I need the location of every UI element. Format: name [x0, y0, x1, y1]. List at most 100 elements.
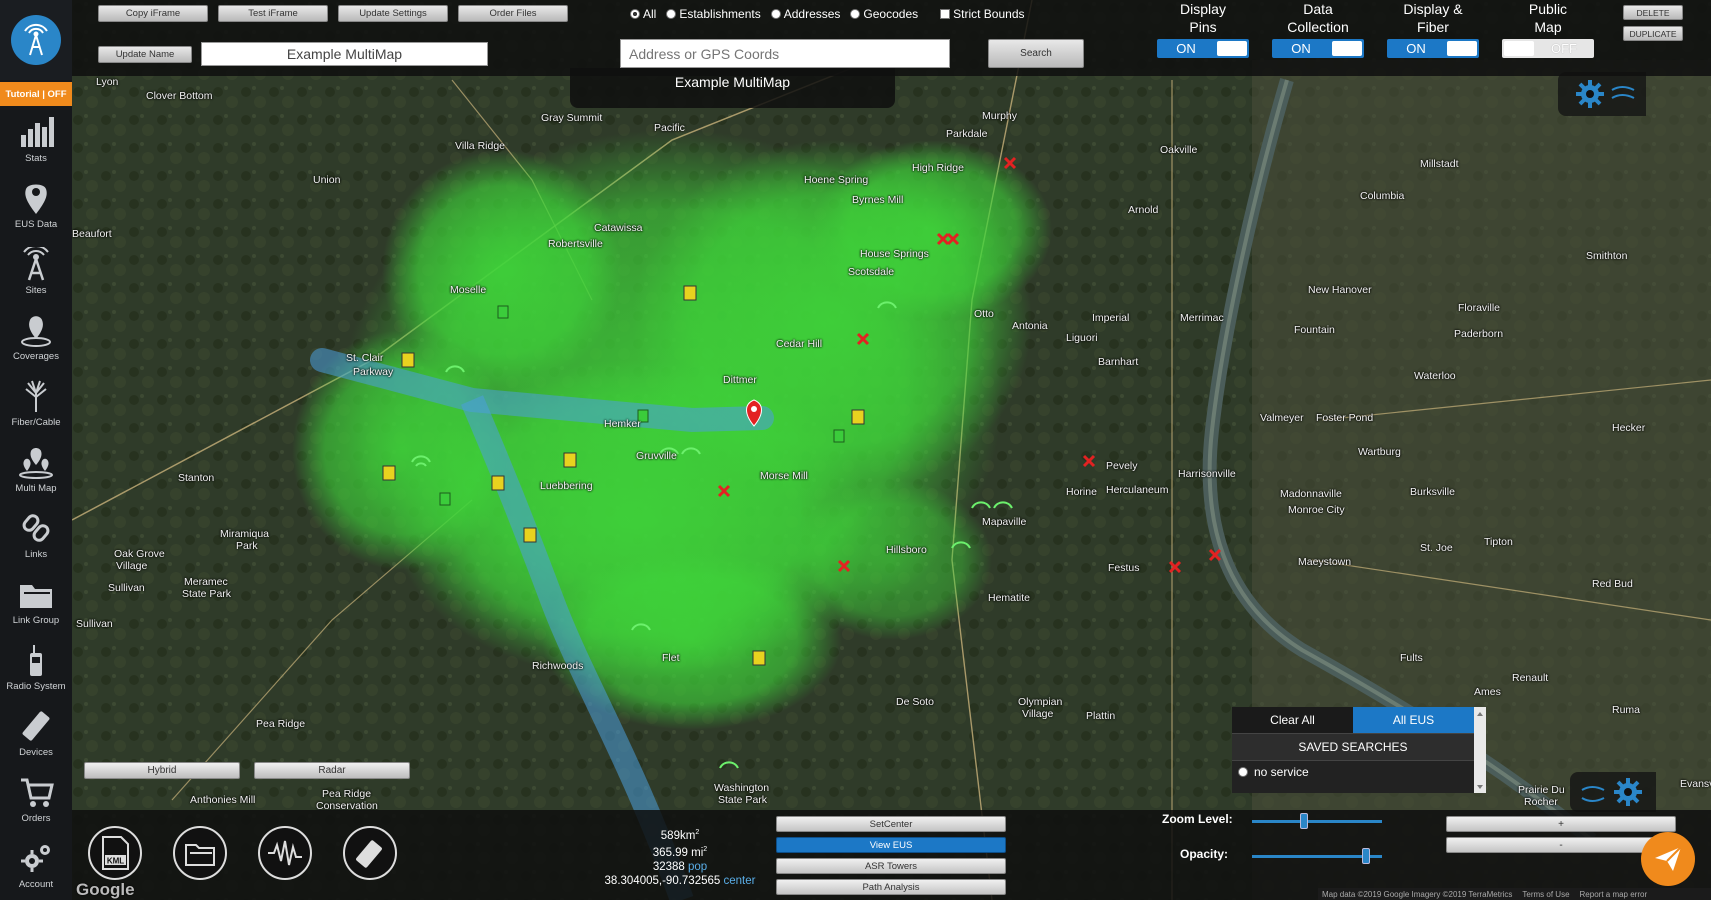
sidebar-item-link-group[interactable]: Link Group [0, 571, 72, 637]
radio-icon [30, 645, 42, 676]
sidebar-item-multi-map[interactable]: Multi Map [0, 439, 72, 505]
display-pins-state: ON [1176, 41, 1196, 56]
terms-link[interactable]: Terms of Use [1522, 890, 1569, 899]
sidebar-item-label: Account [18, 879, 54, 890]
display-pins-toggle[interactable]: ON [1157, 39, 1249, 58]
sidebar-item-account[interactable]: Account [0, 835, 72, 900]
delete-button[interactable]: DELETE [1623, 5, 1683, 20]
sidebar-item-devices[interactable]: Devices [0, 703, 72, 769]
gear-icon [21, 845, 50, 872]
duplicate-button[interactable]: DUPLICATE [1623, 26, 1683, 41]
strict-bounds-checkbox[interactable] [940, 9, 951, 19]
saved-search-radio[interactable] [1238, 767, 1248, 777]
eus-scrollbar[interactable] [1474, 707, 1486, 793]
strict-bounds[interactable]: Strict Bounds [940, 7, 1025, 21]
multi-map-icon [19, 448, 53, 479]
set-center-button[interactable]: SetCenter [776, 816, 1006, 832]
eus-panel: Clear All All EUS SAVED SEARCHES no serv… [1232, 707, 1474, 793]
report-error-link[interactable]: Report a map error [1580, 890, 1648, 899]
address-search-input[interactable] [620, 39, 950, 68]
cart-icon [21, 778, 54, 807]
saved-search-item[interactable]: no service [1238, 765, 1309, 779]
sidebar-item-coverages[interactable]: Coverages [0, 307, 72, 373]
filter-addresses-radio[interactable] [770, 9, 781, 19]
all-eus-tab[interactable]: All EUS [1353, 707, 1474, 733]
display-fiber-label: Display & [1403, 1, 1463, 17]
test-iframe-button[interactable]: Test iFrame [218, 5, 328, 22]
send-feedback-button[interactable] [1641, 832, 1695, 886]
toggle-knob [1447, 41, 1477, 56]
sidebar-item-links[interactable]: Links [0, 505, 72, 571]
device-icon [356, 840, 382, 868]
search-button[interactable]: Search [988, 39, 1084, 68]
sidebar-item-label: Multi Map [15, 483, 57, 494]
view-eus-button[interactable]: View EUS [776, 837, 1006, 853]
hybrid-button[interactable]: Hybrid [84, 762, 240, 779]
radar-button[interactable]: Radar [254, 762, 410, 779]
filter-addresses[interactable]: Addresses [770, 7, 840, 21]
clear-all-tab[interactable]: Clear All [1232, 707, 1353, 733]
bottom-toolbar: KML 589km2 365.99 mi2 32388 pop 38.30400… [72, 810, 1711, 900]
update-settings-button[interactable]: Update Settings [338, 5, 448, 22]
sidebar-item-label: Radio System [6, 681, 66, 692]
fiber-icon [25, 380, 47, 412]
data-collection-label: Data [1303, 1, 1333, 17]
search-filter-group: All Establishments Addresses Geocodes St… [630, 7, 1025, 21]
copy-iframe-button[interactable]: Copy iFrame [98, 5, 208, 22]
tutorial-toggle[interactable]: Tutorial | OFF [0, 82, 72, 106]
sidebar-item-label: Orders [21, 813, 51, 824]
data-collection-toggle[interactable]: ON [1272, 39, 1364, 58]
public-map-label: Public [1528, 1, 1568, 17]
link-group-button[interactable] [173, 826, 227, 880]
sidebar-item-sites[interactable]: Sites [0, 241, 72, 307]
attribution-text: Map data ©2019 Google Imagery ©2019 Terr… [1322, 889, 1513, 899]
display-fiber-group: Display & Fiber [1385, 0, 1481, 36]
panel-gear-icon [1581, 778, 1642, 806]
zoom-slider-track[interactable] [1252, 820, 1382, 823]
data-collection-state: ON [1291, 41, 1311, 56]
sidebar-item-label: Fiber/Cable [11, 417, 61, 428]
panel-settings-toggle[interactable] [1570, 772, 1656, 812]
filter-geocodes-radio[interactable] [850, 9, 861, 19]
app-logo[interactable] [0, 0, 72, 80]
public-map-toggle[interactable]: OFF [1502, 39, 1594, 58]
public-map-group: Public Map [1500, 0, 1596, 36]
filter-establishments-radio[interactable] [666, 9, 677, 19]
area-km: 589km [660, 829, 696, 842]
filter-geocodes[interactable]: Geocodes [850, 7, 918, 21]
sidebar-item-stats[interactable]: Stats [0, 109, 72, 175]
map-name-input[interactable]: Example MultiMap [201, 42, 488, 66]
filter-all-radio[interactable] [630, 9, 640, 19]
saved-searches-header: SAVED SEARCHES [1232, 733, 1474, 761]
order-files-button[interactable]: Order Files [458, 5, 568, 22]
layers-settings-toggle[interactable] [1558, 72, 1646, 116]
opacity-slider-handle[interactable] [1362, 848, 1371, 864]
sidebar-item-orders[interactable]: Orders [0, 769, 72, 835]
coverage-stats: 589km2 365.99 mi2 32388 pop 38.304005,-9… [604, 829, 756, 887]
asr-towers-button[interactable]: ASR Towers [776, 858, 1006, 874]
data-collection-label-2: Collection [1287, 19, 1349, 35]
filter-establishments[interactable]: Establishments [666, 7, 761, 21]
display-fiber-toggle[interactable]: ON [1387, 39, 1479, 58]
kml-button[interactable]: KML [88, 826, 142, 880]
public-map-label-2: Map [1534, 19, 1562, 35]
sidebar-item-label: Coverages [13, 351, 59, 362]
filter-all[interactable]: All [630, 7, 656, 21]
opacity-label: Opacity: [1180, 847, 1229, 861]
update-name-button[interactable]: Update Name [98, 46, 192, 63]
sidebar-item-eus-data[interactable]: EUS Data [0, 175, 72, 241]
map-pin-icon [25, 184, 47, 214]
folder-icon [185, 844, 215, 866]
path-analysis-button[interactable]: Path Analysis [776, 879, 1006, 895]
sidebar-item-fiber-cable[interactable]: Fiber/Cable [0, 373, 72, 439]
filter-all-label: All [643, 7, 657, 21]
zoom-in-button[interactable]: + [1446, 816, 1676, 832]
population-label: pop [688, 860, 708, 873]
kml-icon-text: KML [107, 857, 124, 866]
device-button[interactable] [343, 826, 397, 880]
display-fiber-state: ON [1406, 41, 1426, 56]
zoom-slider-handle[interactable] [1300, 813, 1308, 829]
sidebar-item-label: Link Group [12, 615, 60, 626]
sidebar-item-radio-system[interactable]: Radio System [0, 637, 72, 703]
signal-analysis-button[interactable] [258, 826, 312, 880]
